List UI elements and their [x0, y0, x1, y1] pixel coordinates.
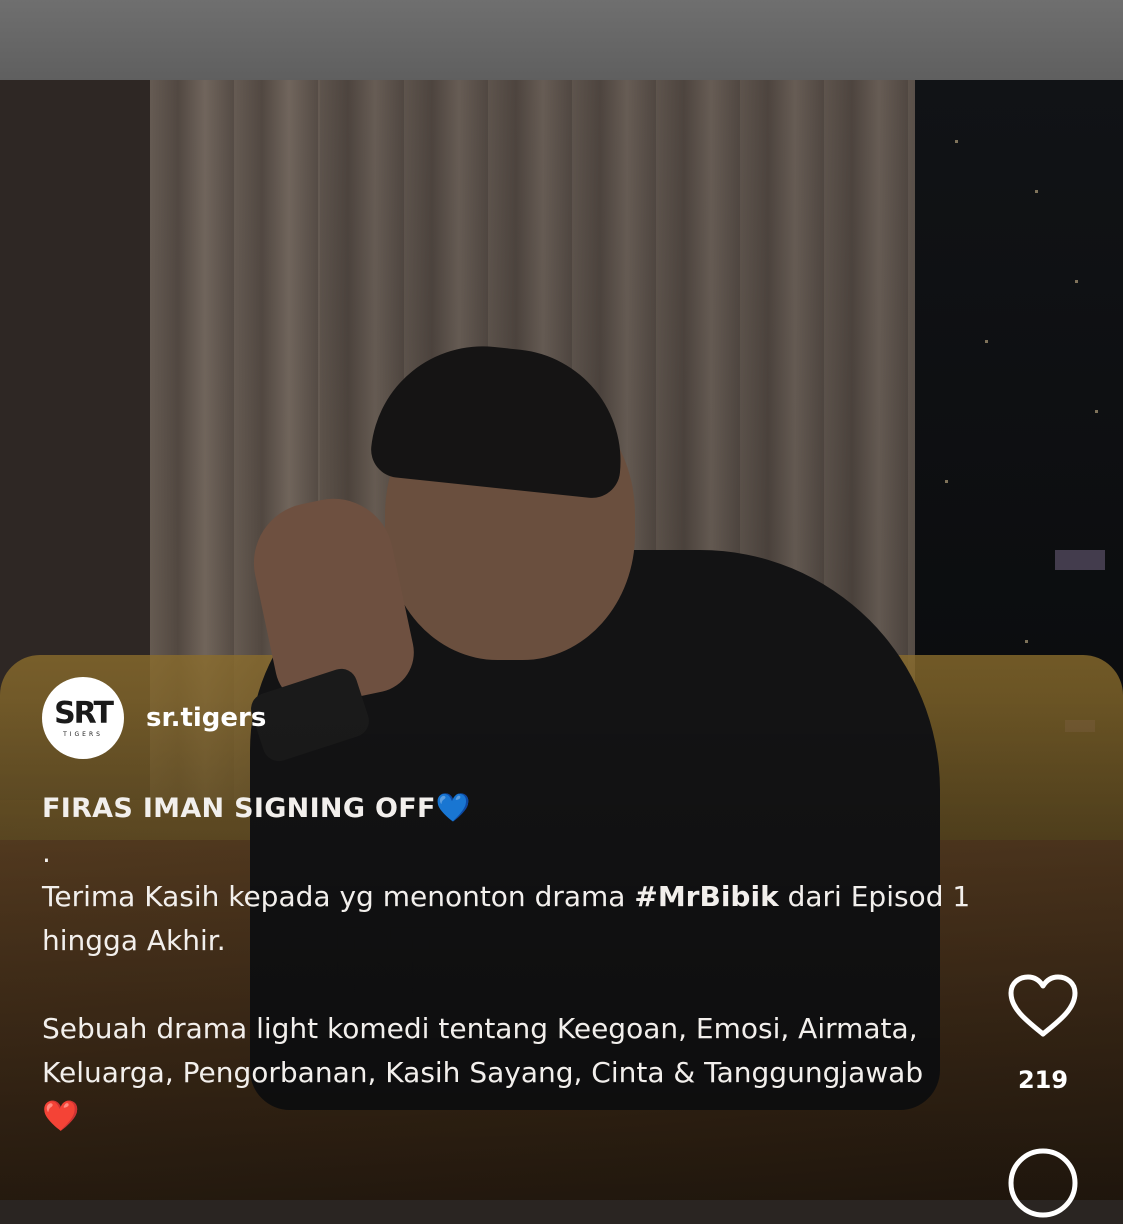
hashtag-link[interactable]: #MrBibik	[634, 880, 778, 913]
comment-button[interactable]	[1006, 1146, 1080, 1220]
avatar[interactable]: SRT TIGERS	[42, 677, 124, 759]
post-caption[interactable]: FIRAS IMAN SIGNING OFF💙 . Terima Kasih k…	[42, 786, 1002, 1139]
account-row[interactable]: SRT TIGERS sr.tigers	[42, 676, 266, 760]
avatar-logo: SRT	[54, 695, 114, 731]
comment-bubble-icon	[1008, 1148, 1078, 1218]
blue-heart-icon: 💙	[435, 791, 471, 824]
caption-line-2: Sebuah drama light komedi tentang Keegoa…	[42, 1012, 924, 1089]
caption-title: FIRAS IMAN SIGNING OFF	[42, 793, 436, 824]
top-status-bar	[0, 0, 1123, 80]
caption-line-1-start: Terima Kasih kepada yg menonton drama	[42, 880, 635, 913]
like-count: 219	[1017, 1066, 1069, 1094]
avatar-subtext: TIGERS	[63, 730, 103, 738]
like-button[interactable]	[1006, 973, 1080, 1039]
heart-outline-icon	[1008, 974, 1078, 1037]
red-heart-icon: ❤️	[42, 1099, 80, 1134]
caption-dot: .	[42, 836, 51, 869]
username-link[interactable]: sr.tigers	[146, 703, 266, 733]
